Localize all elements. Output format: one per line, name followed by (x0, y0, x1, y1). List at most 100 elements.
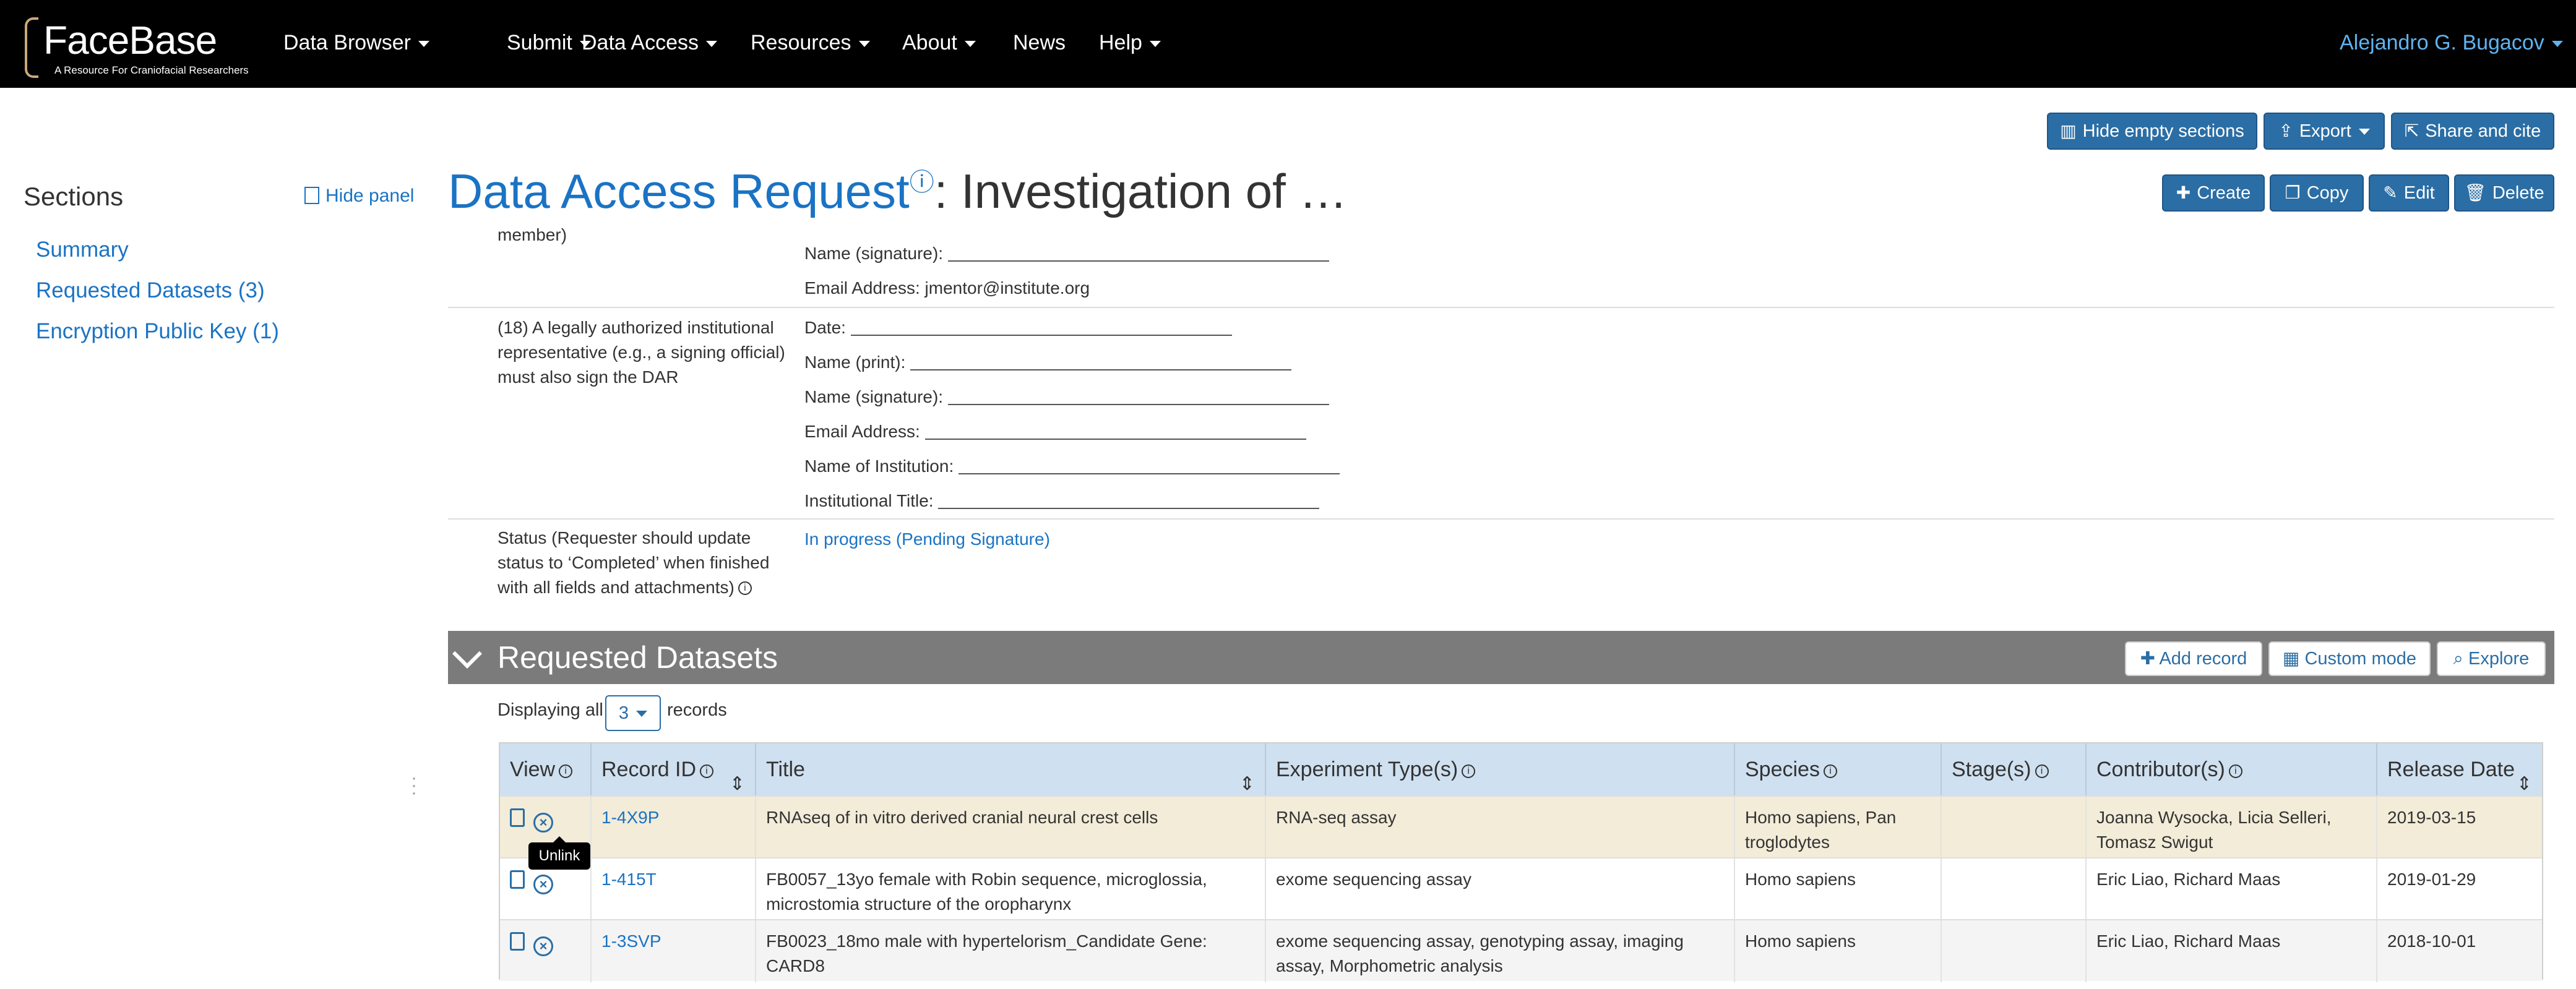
nav-news[interactable]: News (1013, 27, 1066, 58)
column-header-title[interactable]: Title ⇕ (756, 743, 1266, 795)
requested-datasets-table: View i Record ID i ⇕ Title ⇕ Experiment Type… (499, 742, 2543, 982)
field-label-status: Status (Requester should update status t… (498, 526, 795, 600)
column-header-stages: Stage(s) i (1942, 743, 2087, 795)
explore-label: Explore (2468, 649, 2530, 669)
hide-empty-sections-button[interactable]: ▥ Hide empty sections (2047, 113, 2257, 150)
table-row: × 1-415T FB0057_13yo female with Robin s… (500, 857, 2542, 920)
toc-item-summary[interactable]: Summary (36, 238, 129, 262)
experiment-types: RNA-seq assay (1266, 797, 1735, 858)
grid-icon: ▦ (2283, 649, 2305, 669)
column-header-record-id-label: Record ID (601, 758, 697, 781)
column-header-record-id[interactable]: Record ID i ⇕ (592, 743, 756, 795)
field-label-mentor-tail: member) (498, 225, 567, 244)
info-icon[interactable]: i (700, 764, 714, 778)
add-record-button[interactable]: ✚ Add record (2125, 641, 2262, 676)
nav-news-label: News (1013, 31, 1066, 54)
official-date-field: Date: (804, 318, 1232, 338)
official-name-print-field: Name (print): (804, 353, 1292, 372)
signature-line (947, 390, 1329, 405)
hide-panel-link[interactable]: Hide panel (304, 186, 414, 207)
column-header-contributors: Contributor(s) i (2087, 743, 2377, 795)
plus-icon: ✚ (2176, 183, 2191, 202)
view-details-icon[interactable] (510, 870, 525, 889)
unlink-icon[interactable]: × (533, 936, 553, 956)
official-institution-label: Name of Institution: (804, 456, 954, 476)
copy-icon: ❐ (2285, 183, 2301, 202)
caret-down-icon (2551, 41, 2563, 48)
delete-button[interactable]: 🗑 Delete (2454, 174, 2554, 212)
nav-about-label: About (902, 31, 957, 54)
official-email-field: Email Address: (804, 422, 1306, 442)
page-size-value: 3 (618, 703, 629, 723)
dataset-title: RNAseq of in vitro derived cranial neura… (756, 797, 1266, 858)
copy-label: Copy (2306, 183, 2349, 203)
unlink-icon[interactable]: × (533, 813, 553, 833)
copy-button[interactable]: ❐ Copy (2270, 174, 2364, 212)
species: Homo sapiens (1735, 858, 1942, 920)
view-details-icon[interactable] (510, 808, 525, 827)
toc-item-requested-datasets[interactable]: Requested Datasets (3) (36, 278, 265, 303)
official-name-signature-label: Name (signature): (804, 387, 944, 406)
hide-empty-sections-label: Hide empty sections (2082, 121, 2244, 141)
page-title: Data Access Requestⓘ: Investigation of … (448, 162, 1347, 220)
explore-button[interactable]: ⌕ Explore (2437, 641, 2546, 676)
nav-submit[interactable]: Submit (507, 27, 591, 58)
row-divider (448, 307, 2554, 308)
info-icon[interactable]: i (2035, 764, 2049, 778)
mentor-signature-field: Name (signature): (804, 244, 1329, 263)
view-details-icon[interactable] (510, 932, 525, 951)
chevron-down-icon[interactable] (452, 638, 483, 669)
requested-datasets-header[interactable]: Requested Datasets ✚ Add record ▦ Custom… (448, 631, 2554, 684)
info-icon[interactable]: i (1823, 764, 1837, 778)
contributors: Eric Liao, Richard Maas (2087, 858, 2377, 920)
contributors: Eric Liao, Richard Maas (2087, 920, 2377, 982)
record-id-link[interactable]: 1-3SVP (592, 920, 756, 982)
nav-submit-label: Submit (507, 31, 572, 54)
nav-data-access[interactable]: Data Access (582, 27, 717, 58)
info-icon[interactable]: ⓘ (910, 169, 934, 196)
unlink-tooltip: Unlink (528, 836, 590, 870)
page-title-table-link[interactable]: Data Access Request (448, 164, 910, 218)
column-header-release-date-label: Release Date (2387, 758, 2515, 781)
page-size-dropdown[interactable]: 3 (605, 695, 661, 731)
record-id-link[interactable]: 1-415T (592, 858, 756, 920)
logo-wordmark: FaceBase (43, 18, 217, 62)
nav-data-browser[interactable]: Data Browser (283, 27, 429, 58)
caret-down-icon (1149, 41, 1161, 48)
edit-button[interactable]: ✎ Edit (2369, 174, 2449, 212)
caret-down-icon (418, 41, 429, 48)
facebase-logo[interactable]: FaceBase A Resource For Craniofacial Res… (25, 17, 249, 78)
column-header-title-label: Title (766, 758, 805, 781)
panel-resize-handle-icon[interactable]: · · · (411, 769, 417, 802)
signature-line (947, 247, 1329, 262)
official-institution-field: Name of Institution: (804, 456, 1340, 476)
info-icon[interactable]: i (1462, 764, 1476, 778)
create-button[interactable]: ✚ Create (2162, 174, 2265, 212)
info-icon[interactable]: i (559, 764, 573, 778)
toc-item-encryption-public-key[interactable]: Encryption Public Key (1) (36, 319, 279, 344)
nav-resources[interactable]: Resources (751, 27, 870, 58)
experiment-types: exome sequencing assay, genotyping assay… (1266, 920, 1735, 982)
official-name-signature-field: Name (signature): (804, 387, 1329, 407)
column-header-release-date[interactable]: Release Date ⇕ (2377, 743, 2542, 795)
mentor-email-field: Email Address: jmentor@institute.org (804, 278, 1090, 298)
record-id-link[interactable]: 1-4X9P (592, 797, 756, 858)
export-button[interactable]: ⇪ Export (2264, 113, 2385, 150)
logo-bracket-icon (25, 17, 38, 78)
species: Homo sapiens (1735, 920, 1942, 982)
share-and-cite-button[interactable]: ⇱ Share and cite (2391, 113, 2554, 150)
custom-mode-button[interactable]: ▦ Custom mode (2268, 641, 2431, 676)
nav-about[interactable]: About (902, 27, 976, 58)
stages (1942, 858, 2087, 920)
user-menu[interactable]: Alejandro G. Bugacov (2340, 27, 2563, 58)
nav-help[interactable]: Help (1099, 27, 1161, 58)
dataset-title: FB0057_13yo female with Robin sequence, … (756, 858, 1266, 920)
page-title-record: : Investigation of … (934, 164, 1348, 218)
column-header-experiment-types-label: Experiment Type(s) (1276, 758, 1458, 781)
unlink-icon[interactable]: × (533, 875, 553, 894)
status-value-link[interactable]: In progress (Pending Signature) (804, 529, 1050, 549)
displaying-label: Displaying all (498, 700, 603, 720)
info-icon[interactable]: i (2228, 764, 2242, 778)
info-icon[interactable]: i (738, 581, 752, 595)
caret-down-icon (636, 711, 648, 717)
